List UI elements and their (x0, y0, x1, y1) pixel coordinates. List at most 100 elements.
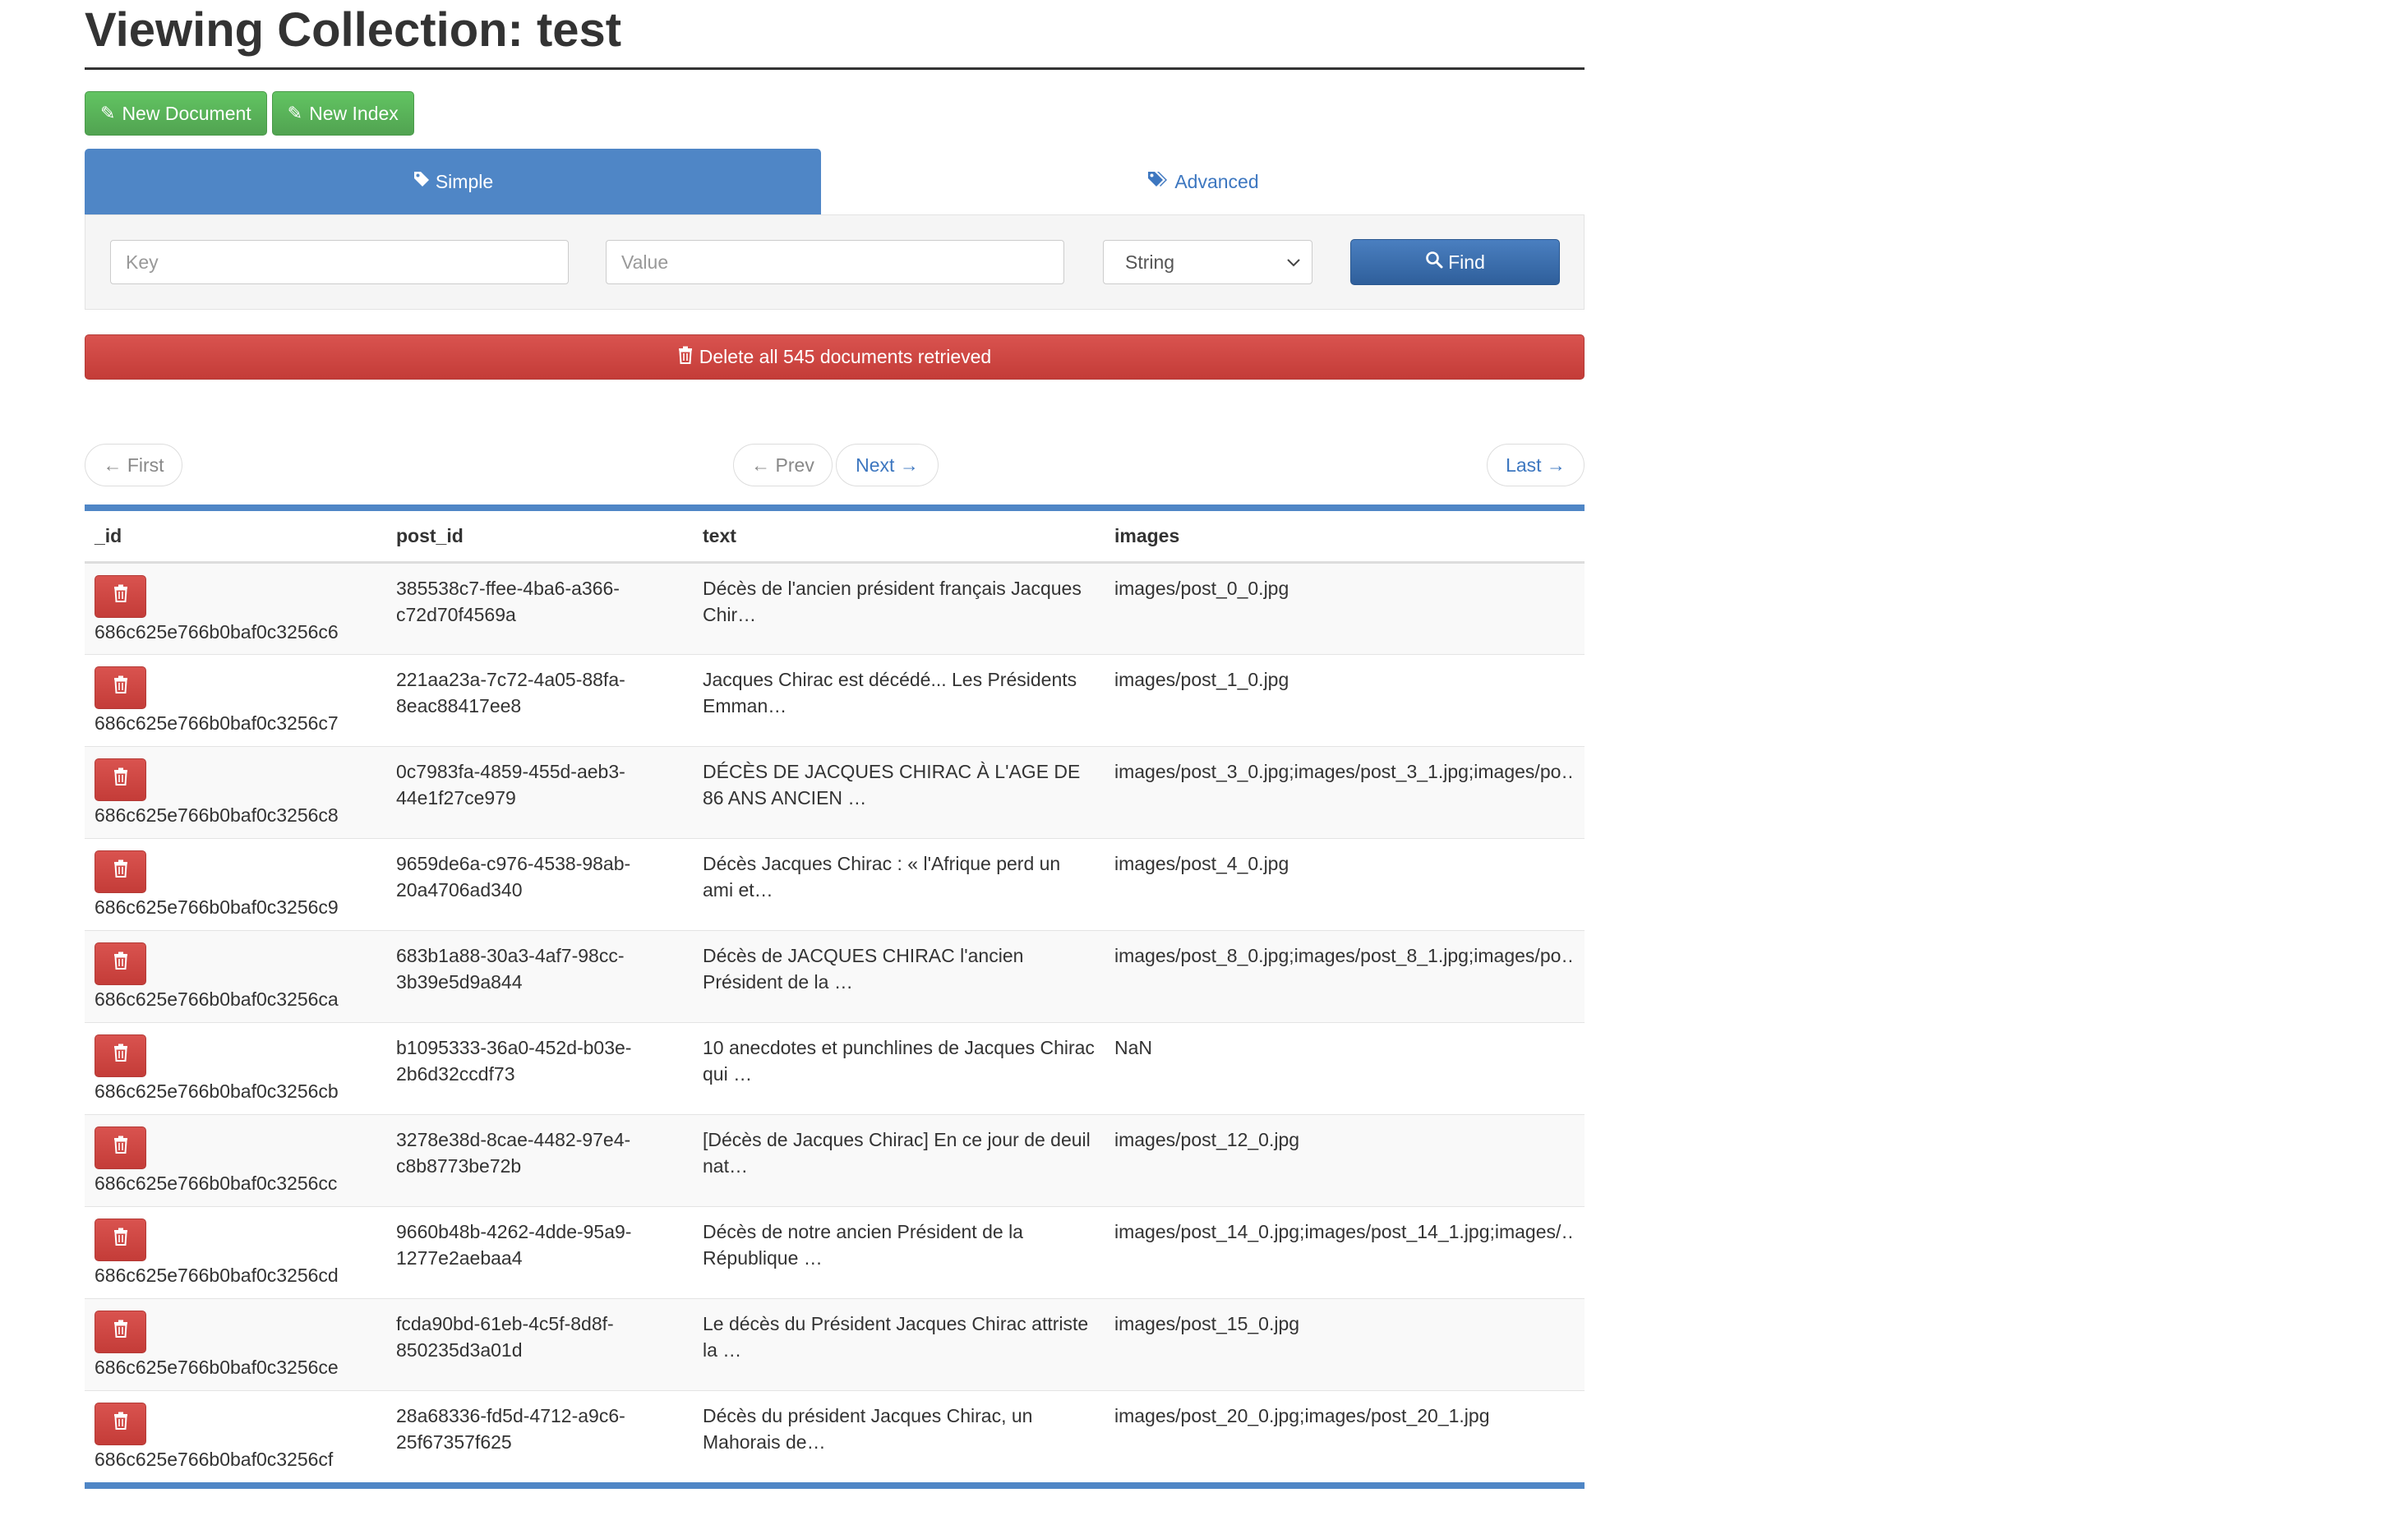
trash-icon (113, 675, 128, 701)
next-page-button[interactable]: Next → (836, 444, 939, 486)
delete-document-button[interactable] (95, 574, 146, 618)
chevron-down-icon (1287, 254, 1300, 271)
text-cell: Décès de notre ancien Président de la Ré… (693, 1205, 1105, 1298)
new-index-button[interactable]: ✎ New Index (271, 91, 414, 136)
page-container: Viewing Collection: test ✎ New Document … (85, 0, 1585, 1489)
table-row: 686c625e766b0baf0c3256cf 28a68336-fd5d-47… (85, 1389, 1585, 1482)
column-header-images: images (1105, 511, 1585, 564)
delete-document-button[interactable] (95, 850, 146, 893)
table-row: 686c625e766b0baf0c3256ce fcda90bd-61eb-4c… (85, 1297, 1585, 1390)
trash-icon (113, 583, 128, 610)
images-cell: images/post_0_0.jpg (1105, 561, 1585, 654)
pencil-icon: ✎ (100, 103, 116, 123)
key-input[interactable] (110, 240, 569, 284)
images-cell: images/post_1_0.jpg (1105, 653, 1585, 746)
trash-icon (113, 1227, 128, 1253)
table-top-border (85, 504, 1585, 511)
table-row: 686c625e766b0baf0c3256c7 221aa23a-7c72-4a… (85, 653, 1585, 746)
images-cell: images/post_14_0.jpg;images/post_14_1.jp… (1105, 1205, 1585, 1298)
post-id-cell: 9660b48b-4262-4dde-95a9-1277e2aebaa4 (386, 1205, 693, 1298)
document-id: 686c625e766b0baf0c3256c6 (95, 620, 339, 643)
text-cell: Décès de l'ancien président français Jac… (693, 561, 1105, 654)
delete-document-button[interactable] (95, 1402, 146, 1445)
column-header-id: _id (85, 511, 386, 564)
post-id-cell: 28a68336-fd5d-4712-a9c6-25f67357f625 (386, 1389, 693, 1482)
delete-document-button[interactable] (95, 1218, 146, 1261)
table-row: 686c625e766b0baf0c3256ca 683b1a88-30a3-4a… (85, 929, 1585, 1022)
delete-document-button[interactable] (95, 942, 146, 985)
delete-document-button[interactable] (95, 1310, 146, 1353)
document-id: 686c625e766b0baf0c3256cc (95, 1172, 338, 1194)
last-page-button[interactable]: Last → (1487, 444, 1585, 486)
images-value: images/post_0_0.jpg (1114, 577, 1289, 599)
type-select-value: String (1125, 251, 1175, 273)
simple-search-panel: String Find (85, 214, 1585, 310)
value-input[interactable] (606, 240, 1064, 284)
tab-advanced[interactable]: Advanced (821, 149, 1585, 214)
text-cell: Jacques Chirac est décédé... Les Préside… (693, 653, 1105, 746)
images-cell: images/post_15_0.jpg (1105, 1297, 1585, 1390)
tab-advanced-label: Advanced (1174, 170, 1259, 192)
new-index-label: New Index (309, 102, 399, 124)
text-cell: 10 anecdotes et punchlines de Jacques Ch… (693, 1021, 1105, 1114)
images-value: NaN (1114, 1036, 1153, 1058)
trash-icon (113, 1319, 128, 1345)
post-id-cell: 0c7983fa-4859-455d-aeb3-44e1f27ce979 (386, 745, 693, 838)
new-document-label: New Document (122, 102, 251, 124)
post-id-cell: 3278e38d-8cae-4482-97e4-c8b8773be72b (386, 1113, 693, 1206)
table-row: 686c625e766b0baf0c3256c8 0c7983fa-4859-45… (85, 745, 1585, 838)
id-cell: 686c625e766b0baf0c3256c8 (85, 745, 386, 838)
new-document-button[interactable]: ✎ New Document (85, 91, 267, 136)
search-icon (1425, 251, 1443, 274)
table-header-row: _id post_id text images (85, 511, 1585, 564)
trash-icon (678, 346, 693, 369)
images-cell: images/post_20_0.jpg;images/post_20_1.jp… (1105, 1389, 1585, 1482)
type-select[interactable]: String (1103, 240, 1312, 284)
column-header-text: text (693, 511, 1105, 564)
trash-icon (113, 951, 128, 977)
delete-document-button[interactable] (95, 1126, 146, 1169)
first-page-button[interactable]: ← First (85, 444, 182, 486)
id-cell: 686c625e766b0baf0c3256ce (85, 1297, 386, 1390)
images-cell: images/post_4_0.jpg (1105, 837, 1585, 930)
images-value: images/post_20_0.jpg;images/post_20_1.jp… (1114, 1404, 1490, 1426)
pencil-icon: ✎ (287, 103, 303, 123)
text-cell: Décès du président Jacques Chirac, un Ma… (693, 1389, 1105, 1482)
table-row: 686c625e766b0baf0c3256c9 9659de6a-c976-45… (85, 837, 1585, 930)
images-value: images/post_15_0.jpg (1114, 1312, 1300, 1334)
prev-page-button[interactable]: ← Prev (733, 444, 833, 486)
post-id-cell: 385538c7-ffee-4ba6-a366-c72d70f4569a (386, 561, 693, 654)
document-id: 686c625e766b0baf0c3256ce (95, 1356, 339, 1378)
id-cell: 686c625e766b0baf0c3256cd (85, 1205, 386, 1298)
delete-document-button[interactable] (95, 666, 146, 709)
table-row: 686c625e766b0baf0c3256cc 3278e38d-8cae-44… (85, 1113, 1585, 1206)
table-row: 686c625e766b0baf0c3256cd 9660b48b-4262-4d… (85, 1205, 1585, 1298)
post-id-cell: 683b1a88-30a3-4af7-98cc-3b39e5d9a844 (386, 929, 693, 1022)
post-id-cell: 221aa23a-7c72-4a05-88fa-8eac88417ee8 (386, 653, 693, 746)
trash-icon (113, 767, 128, 793)
images-cell: images/post_8_0.jpg;images/post_8_1.jpg;… (1105, 929, 1585, 1022)
tag-icon (413, 170, 431, 194)
images-value: images/post_3_0.jpg;images/post_3_1.jpg;… (1114, 760, 1575, 782)
column-header-post-id: post_id (386, 511, 693, 564)
delete-all-button[interactable]: Delete all 545 documents retrieved (85, 334, 1585, 380)
post-id-cell: 9659de6a-c976-4538-98ab-20a4706ad340 (386, 837, 693, 930)
trash-icon (113, 1411, 128, 1437)
tags-icon (1146, 170, 1169, 194)
delete-document-button[interactable] (95, 758, 146, 801)
document-id: 686c625e766b0baf0c3256cf (95, 1448, 334, 1470)
document-id: 686c625e766b0baf0c3256cd (95, 1264, 339, 1286)
pagination: ← First ← Prev Next → Last → (85, 444, 1585, 488)
post-id-cell: b1095333-36a0-452d-b03e-2b6d32ccdf73 (386, 1021, 693, 1114)
document-id: 686c625e766b0baf0c3256ca (95, 988, 339, 1010)
id-cell: 686c625e766b0baf0c3256c6 (85, 561, 386, 654)
post-id-cell: fcda90bd-61eb-4c5f-8d8f-850235d3a01d (386, 1297, 693, 1390)
tab-simple[interactable]: Simple (85, 149, 821, 214)
delete-document-button[interactable] (95, 1034, 146, 1077)
document-id: 686c625e766b0baf0c3256c8 (95, 804, 339, 826)
find-button[interactable]: Find (1350, 239, 1560, 285)
text-cell: Le décès du Président Jacques Chirac att… (693, 1297, 1105, 1390)
images-cell: images/post_12_0.jpg (1105, 1113, 1585, 1206)
id-cell: 686c625e766b0baf0c3256cf (85, 1389, 386, 1482)
trash-icon (113, 1043, 128, 1069)
